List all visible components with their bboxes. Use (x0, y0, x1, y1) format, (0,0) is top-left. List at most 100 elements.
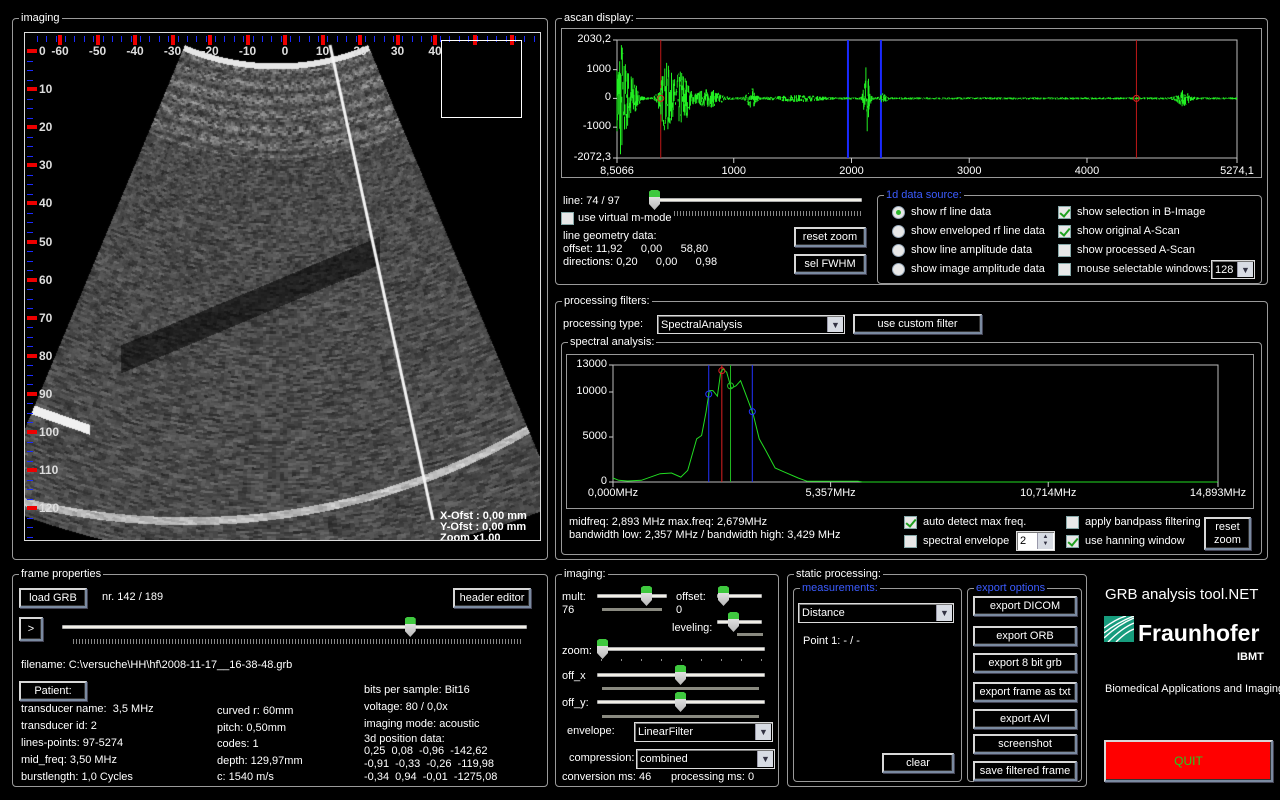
processing-filters-legend: processing filters: (562, 295, 652, 307)
acquisition-info-line: voltage: 80 / 0,0x (364, 701, 448, 713)
clear-button[interactable]: clear (882, 753, 954, 773)
x-ruler-minor-tick (196, 36, 198, 42)
play-button[interactable]: > (19, 617, 43, 641)
zoom-slider-track[interactable] (597, 647, 765, 651)
line-slider-track[interactable] (650, 198, 862, 202)
processing-type-select[interactable]: SpectralAnalysis ▼ (657, 315, 845, 334)
line-label: line: 74 / 97 (563, 195, 620, 207)
acquisition-info-line: -0,34 0,94 -0,01 -1275,08 (364, 771, 498, 783)
chevron-down-icon[interactable]: ▼ (827, 317, 843, 332)
data-source-radio[interactable] (892, 263, 905, 276)
spectral-envelope-checkbox[interactable] (904, 535, 917, 548)
envelope-select[interactable]: LinearFilter ▼ (634, 722, 773, 742)
ascan-y-label: -2072,3 (573, 151, 611, 163)
imaging-legend: imaging (19, 12, 62, 24)
spectrum-y-label: 10000 (576, 385, 607, 397)
sel-fwhm-button[interactable]: sel FWHM (794, 254, 866, 274)
data-source-checkbox-label: show processed A-Scan (1077, 244, 1196, 256)
ascan-chart[interactable] (561, 28, 1262, 178)
envelope-label: envelope: (567, 725, 615, 737)
export-button[interactable]: export ORB (973, 626, 1077, 646)
data-source-checkbox[interactable] (1058, 244, 1071, 257)
data-source-checkbox[interactable] (1058, 263, 1071, 276)
y-ruler-tick (27, 506, 37, 511)
y-ruler-label: 50 (39, 234, 53, 249)
x-ruler-label: 30 (390, 44, 405, 58)
envelope-order-value: 2 (1020, 535, 1027, 547)
x-ruler-minor-tick (393, 36, 395, 42)
data-source-radio[interactable] (892, 225, 905, 238)
export-button[interactable]: save filtered frame (973, 761, 1077, 781)
x-ruler-minor-tick (364, 36, 366, 42)
offy-slider-bar (602, 715, 759, 718)
x-ruler-label: -50 (88, 44, 107, 58)
export-button[interactable]: export AVI (973, 709, 1077, 729)
acquisition-info-line: 0,25 0,08 -0,96 -142,62 (364, 745, 488, 757)
spectrum-y-label: 5000 (582, 430, 607, 442)
spectrum-chart[interactable] (566, 354, 1254, 509)
hanning-checkbox[interactable] (1066, 535, 1079, 548)
overview-box (441, 40, 522, 118)
y-ruler-tick (27, 163, 37, 168)
auto-detect-checkbox[interactable] (904, 516, 917, 529)
data-source-radio[interactable] (892, 244, 905, 257)
compression-select[interactable]: combined ▼ (636, 749, 775, 769)
x-ruler-minor-tick (168, 36, 170, 42)
bandpass-checkbox[interactable] (1066, 516, 1079, 529)
frame-slider-ticks (73, 639, 523, 644)
spectrum-reset-zoom-button[interactable]: reset zoom (1204, 517, 1251, 550)
envelope-order-stepper[interactable]: 2 ▲ ▼ (1016, 531, 1055, 551)
chevron-down-icon[interactable]: ▼ (936, 605, 952, 621)
export-button[interactable]: export frame as txt (973, 682, 1077, 702)
x-ruler-minor-tick (130, 36, 132, 42)
chevron-down-icon[interactable]: ▼ (755, 724, 771, 740)
x-ruler-minor-tick (140, 36, 142, 42)
chevron-down-icon[interactable]: ▼ (757, 751, 773, 767)
x-ruler-minor-tick (346, 36, 348, 42)
data-source-radio[interactable] (892, 206, 905, 219)
frame-number: nr. 142 / 189 (102, 591, 164, 603)
spectral-envelope-label: spectral envelope (923, 535, 1010, 547)
point1-readout: Point 1: - / - (803, 635, 860, 647)
y-ruler-minor-tick (27, 403, 33, 405)
geometry-info-line: c: 1540 m/s (217, 771, 274, 783)
y-ruler-tick (27, 87, 37, 92)
x-ruler-minor-tick (102, 36, 104, 42)
header-editor-button[interactable]: header editor (453, 588, 531, 608)
measurement-type-select[interactable]: Distance ▼ (798, 603, 954, 623)
x-ruler-minor-tick (121, 36, 123, 42)
stepper-arrows-icon[interactable]: ▲ ▼ (1037, 533, 1053, 549)
export-button[interactable]: export 8 bit grb (973, 653, 1077, 673)
export-button[interactable]: export DICOM (973, 596, 1077, 616)
patient-button[interactable]: Patient: (19, 681, 87, 701)
bmode-image-frame[interactable]: -60 -50 -40 -30 -20 -10 0 10 20 30 40 0 10 20 30 40 50 6… (24, 32, 541, 541)
x-ruler-minor-tick (336, 36, 338, 42)
load-grb-button[interactable]: load GRB (19, 588, 87, 608)
transducer-info-line: mid_freq: 3,50 MHz (21, 754, 117, 766)
export-button[interactable]: screenshot (973, 734, 1077, 754)
y-ruler-minor-tick (27, 498, 33, 500)
y-ruler-minor-tick (27, 174, 33, 176)
use-custom-filter-button[interactable]: use custom filter (853, 314, 982, 334)
spectrum-x-label: 10,714MHz (1020, 487, 1077, 499)
x-ruler-label: 40 (428, 44, 442, 58)
zoom-slider-ticks (601, 659, 763, 661)
reset-label: reset (1215, 520, 1240, 533)
window-size-select[interactable]: 128 ▼ (1211, 260, 1255, 279)
y-ruler-label: 100 (39, 425, 60, 439)
chevron-down-icon[interactable]: ▼ (1237, 262, 1253, 277)
leveling-slider-track[interactable] (717, 620, 762, 624)
x-ruler-minor-tick (65, 36, 67, 42)
frame-slider-track[interactable] (62, 625, 527, 629)
y-ruler-minor-tick (27, 384, 33, 386)
data-source-checkbox[interactable] (1058, 206, 1071, 219)
virtual-mmode-checkbox[interactable] (561, 212, 574, 225)
y-ruler-label: 0 (39, 44, 46, 58)
reset-zoom-button[interactable]: reset zoom (794, 227, 866, 247)
y-ruler-minor-tick (27, 479, 33, 481)
mult-label: mult: (562, 591, 586, 603)
mult-slider-track[interactable] (597, 594, 667, 598)
y-ruler-tick (27, 277, 37, 282)
quit-button[interactable]: QUIT (1104, 740, 1273, 782)
data-source-checkbox[interactable] (1058, 225, 1071, 238)
